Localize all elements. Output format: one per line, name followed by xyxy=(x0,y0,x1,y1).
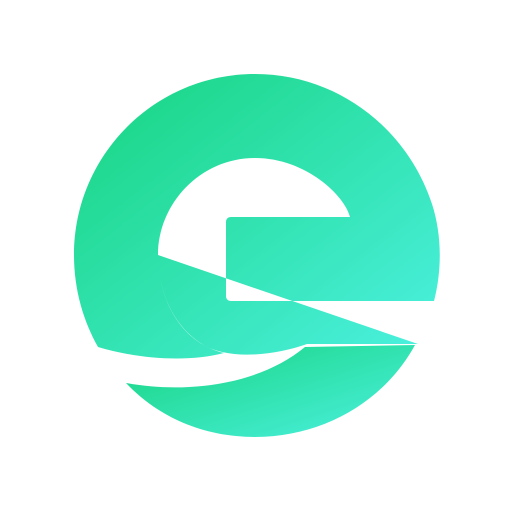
logo-e-swoosh xyxy=(126,345,415,437)
logo-e-body xyxy=(74,74,440,359)
app-icon-canvas xyxy=(0,0,512,512)
letter-e-circle-icon xyxy=(74,74,440,437)
